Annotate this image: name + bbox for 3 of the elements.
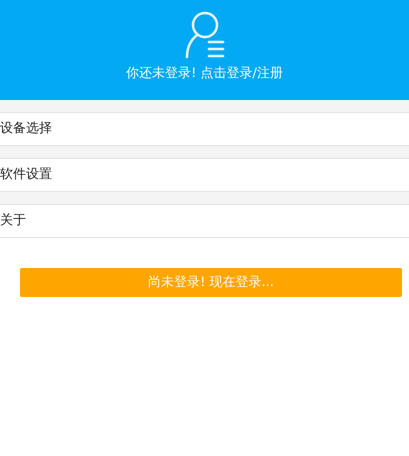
menu-item[interactable]: 软件设置 — [0, 158, 409, 192]
menu-item[interactable]: 设备选择 — [0, 112, 409, 146]
menu-item[interactable]: 关于 — [0, 204, 409, 238]
